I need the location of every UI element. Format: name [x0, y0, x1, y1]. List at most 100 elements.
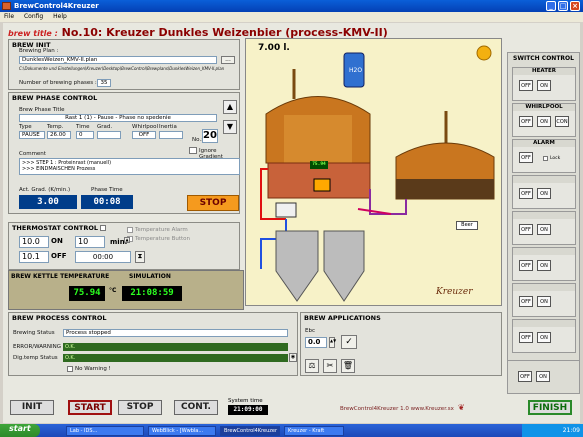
brewery-illustration [260, 45, 495, 302]
switch-9-off-button[interactable]: OFF [518, 371, 532, 382]
h2o-label: H2O [349, 67, 363, 74]
heater-on-button[interactable]: ON [537, 80, 551, 91]
brewing-status-field: Process stopped [63, 329, 288, 337]
thermostat-checkbox[interactable] [100, 225, 107, 231]
stop-button[interactable]: STOP [118, 400, 162, 415]
task-item[interactable]: Kreuzer - Kraft [284, 426, 344, 436]
thermostat-panel: THERMOSTAT CONTROL 10.0 ON 10.1 OFF 10 m… [8, 222, 240, 270]
phase-down-icon[interactable]: ▼ [223, 120, 237, 134]
trash-icon[interactable]: 🗑 [341, 359, 355, 373]
temp-field: 26.00 [47, 131, 71, 139]
off-label: OFF [51, 252, 67, 260]
alarm-off-button[interactable]: OFF [519, 152, 533, 163]
switch-6-off-button[interactable]: OFF [519, 260, 533, 271]
task-item[interactable]: BrewControl4Kreuzer [220, 426, 280, 436]
switch-7-on-button[interactable]: ON [537, 296, 551, 307]
kettle-temp-display: 75.94 [69, 286, 105, 301]
brew-title-label: brew title : [8, 29, 58, 38]
window-title: BrewControl4Kreuzer [14, 2, 99, 10]
beer-bottle[interactable]: Beer [456, 221, 478, 230]
off-temp-field[interactable]: 10.1 [19, 251, 49, 263]
scale-icon[interactable]: ⚖ [305, 359, 319, 373]
phase-no-field: 20 [202, 129, 218, 143]
switch-6-on-button[interactable]: ON [537, 260, 551, 271]
start-button[interactable]: START [68, 400, 112, 415]
kettle-gauge: 75.94 [310, 161, 328, 169]
simulation-label: SIMULATION [129, 273, 171, 280]
menu-help[interactable]: Help [53, 13, 67, 20]
phase-stop-button[interactable]: STOP [187, 195, 239, 211]
switch-8-on-button[interactable]: ON [537, 332, 551, 343]
col-temp: Temp. [47, 124, 64, 130]
close-icon[interactable]: × [570, 1, 580, 11]
min-spinner-icon[interactable]: ▲ [124, 237, 130, 243]
brew-init-panel: BREW INIT Brewing Plan : DunklesWeizen_K… [8, 39, 240, 90]
cont-button[interactable]: CONT. [174, 400, 218, 415]
switch-control-heading: SWITCH CONTROL [513, 55, 574, 62]
inertia-field [159, 131, 183, 139]
task-item[interactable]: Lab - IDS... [66, 426, 144, 436]
brewing-plan-field[interactable]: DunklesWeizen_KMV-II.plan [19, 56, 217, 64]
whirlpool-title: WHIRLPOOL [513, 104, 575, 111]
no-warning-checkbox[interactable] [67, 366, 73, 372]
heater-title: HEATER [513, 68, 575, 75]
brew-phase-heading: BREW PHASE CONTROL [12, 94, 98, 102]
browse-button[interactable]: ... [221, 56, 235, 64]
start-menu-button[interactable]: start [0, 424, 40, 437]
switch-group-9: OFF ON [507, 360, 580, 394]
phase-title-field: Rast 1 (1) - Pause - Phase no spedenie [19, 114, 217, 122]
system-time-label: System time [228, 398, 263, 404]
min-field[interactable]: 10 [75, 236, 105, 248]
ebc-spinner-icon[interactable]: ▲▼ [329, 337, 336, 348]
finish-button[interactable]: FINISH [528, 400, 572, 415]
switch-5-on-button[interactable]: ON [537, 224, 551, 235]
comment-line: >>> EINDMAISCHEN Prozess [22, 166, 96, 172]
phase-up-icon[interactable]: ▲ [223, 100, 237, 114]
switch-group-6: OFF ON [512, 247, 576, 281]
task-item[interactable]: WebBlick - [Wwbla... [148, 426, 216, 436]
system-tray: 21:09 [522, 424, 583, 437]
error-warning-label: ERROR/WARNING [13, 344, 61, 350]
switch-4-off-button[interactable]: OFF [519, 188, 533, 199]
switch-5-off-button[interactable]: OFF [519, 224, 533, 235]
switch-9-on-button[interactable]: ON [536, 371, 550, 382]
menu-file[interactable]: File [4, 13, 14, 20]
brewing-plan-label: Brewing Plan : [19, 48, 59, 54]
brew-phase-panel: BREW PHASE CONTROL Brew Phase Title Rast… [8, 92, 240, 214]
switch-4-on-button[interactable]: ON [537, 188, 551, 199]
alarm-lock-checkbox[interactable] [543, 156, 548, 161]
whirlpool-con-button[interactable]: CON [555, 116, 569, 127]
whirlpool-off-button[interactable]: OFF [519, 116, 533, 127]
window-title-bar: BrewControl4Kreuzer [0, 0, 583, 12]
heater-off-button[interactable]: OFF [519, 80, 533, 91]
phase-time-display: 00:08 [81, 195, 133, 209]
temp-alarm-checkbox[interactable] [127, 227, 133, 233]
alarm-title: ALARM [513, 140, 575, 147]
check-icon[interactable]: ✓ [341, 335, 357, 349]
dig-temp-label: Dig.temp Status [13, 355, 58, 361]
switch-8-off-button[interactable]: OFF [519, 332, 533, 343]
hourglass-icon[interactable]: ⧗ [135, 251, 145, 263]
no-warning-label: No Warning ! [75, 366, 111, 372]
dig-temp-button[interactable]: ◉ [289, 353, 297, 362]
phase-time-label: Phase Time [91, 187, 123, 193]
tools-icon[interactable]: ✂ [323, 359, 337, 373]
ignore-gradient-checkbox[interactable] [189, 147, 197, 154]
whirlpool-on-button[interactable]: ON [537, 116, 551, 127]
dig-temp-bar: O.K. [63, 354, 288, 362]
on-temp-field[interactable]: 10.0 [19, 236, 49, 248]
brew-apps-heading: BREW APPLICATIONS [304, 314, 381, 322]
menu-config[interactable]: Config [24, 13, 43, 20]
minimize-icon[interactable]: _ [546, 1, 556, 11]
switch-control-panel: SWITCH CONTROL HEATER OFF ON WHIRLPOOL O… [507, 52, 580, 367]
phases-label: Number of brewing phases : [19, 80, 97, 86]
brand-signature: Kreuzer [436, 287, 473, 297]
maximize-icon[interactable]: □ [558, 1, 568, 11]
init-button[interactable]: INIT [10, 400, 54, 415]
col-whirlpool: Whirlpool [132, 124, 158, 130]
comment-box[interactable]: >>> STEP 1 : Proteinrast (manuell) >>> E… [19, 158, 240, 175]
switch-7-off-button[interactable]: OFF [519, 296, 533, 307]
ebc-field[interactable]: 0.0 [305, 337, 327, 348]
thermostat-heading: THERMOSTAT CONTROL [9, 223, 239, 233]
app-icon [2, 2, 11, 10]
